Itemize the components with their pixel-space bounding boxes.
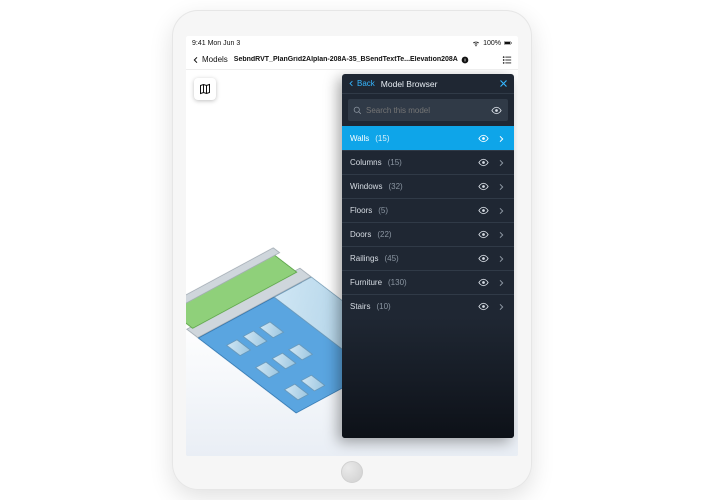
battery-icon [504, 39, 512, 47]
eye-icon [478, 301, 489, 312]
chevron-right-icon [497, 159, 505, 167]
eye-icon [478, 205, 489, 216]
visibility-toggle[interactable] [476, 229, 490, 240]
eye-icon [478, 157, 489, 168]
expand-button[interactable] [494, 135, 508, 143]
category-count: (45) [384, 254, 398, 263]
visibility-toggle[interactable] [476, 133, 490, 144]
status-bar: 9:41 Mon Jun 3 100% [186, 36, 518, 50]
category-count: (130) [388, 278, 407, 287]
visibility-toggle[interactable] [476, 277, 490, 288]
category-name: Stairs [350, 302, 370, 311]
eye-icon [478, 253, 489, 264]
panel-search[interactable] [348, 99, 508, 121]
category-list: Walls (15) Columns (15) Windows (32) Floors (5)… [342, 126, 514, 318]
visibility-toggle[interactable] [476, 181, 490, 192]
category-count: (32) [388, 182, 402, 191]
list-view-icon[interactable] [502, 55, 512, 65]
visibility-toggle[interactable] [476, 301, 490, 312]
category-count: (15) [375, 134, 389, 143]
expand-button[interactable] [494, 159, 508, 167]
chevron-left-icon [192, 56, 200, 64]
status-time: 9:41 Mon Jun 3 [192, 40, 240, 47]
map-icon [199, 83, 211, 95]
category-name: Doors [350, 230, 371, 239]
visibility-toggle[interactable] [476, 253, 490, 264]
expand-button[interactable] [494, 303, 508, 311]
expand-button[interactable] [494, 207, 508, 215]
eye-icon [478, 133, 489, 144]
panel-empty-space [342, 318, 514, 438]
eye-icon [478, 229, 489, 240]
model-browser-panel: Back Model Browser Walls(15)Columns(15)W… [342, 74, 514, 438]
category-name: Walls [350, 134, 369, 143]
chevron-right-icon [497, 303, 505, 311]
category-name: Furniture [350, 278, 382, 287]
chevron-right-icon [497, 207, 505, 215]
chevron-right-icon [497, 255, 505, 263]
category-count: (5) [378, 206, 388, 215]
chevron-right-icon [497, 183, 505, 191]
category-name: Columns [350, 158, 382, 167]
wifi-icon [472, 39, 480, 47]
panel-header: Back Model Browser [342, 74, 514, 94]
category-row-railings[interactable]: Railings (45) [342, 246, 514, 270]
category-name: Railings [350, 254, 378, 263]
category-row-columns[interactable]: Columns (15) [342, 150, 514, 174]
nav-bar: Models SebndRVT_PlanGrid2Alplan-208A-35_… [186, 50, 518, 70]
category-row-stairs[interactable]: Stairs (10) [342, 294, 514, 318]
battery-label: 100% [483, 40, 501, 47]
svg-text:i: i [464, 57, 465, 62]
category-row-windows[interactable]: Windows (32) [342, 174, 514, 198]
eye-icon [478, 181, 489, 192]
status-right: 100% [472, 39, 512, 47]
chevron-right-icon [497, 135, 505, 143]
screen: 9:41 Mon Jun 3 100% Models SebndRVT_Plan… [186, 36, 518, 456]
home-button[interactable] [341, 461, 363, 483]
eye-icon [478, 277, 489, 288]
panel-back-button[interactable]: Back [348, 79, 375, 88]
chevron-right-icon [497, 279, 505, 287]
panel-back-label: Back [357, 79, 375, 88]
category-name: Windows [350, 182, 382, 191]
category-count: (15) [388, 158, 402, 167]
category-row-floors[interactable]: Floors (5) [342, 198, 514, 222]
visibility-toggle[interactable] [476, 157, 490, 168]
chevron-left-icon [348, 80, 355, 87]
eye-icon [491, 105, 502, 116]
nav-back-button[interactable]: Models [192, 55, 228, 64]
category-name: Floors [350, 206, 372, 215]
ipad-device-frame: 9:41 Mon Jun 3 100% Models SebndRVT_Plan… [172, 10, 532, 490]
info-icon[interactable]: i [461, 56, 469, 64]
panel-title: Model Browser [381, 79, 493, 89]
category-count: (22) [377, 230, 391, 239]
model-viewport[interactable]: Back Model Browser Walls(15)Columns(15)W… [186, 70, 518, 456]
expand-button[interactable] [494, 183, 508, 191]
panel-close-button[interactable] [499, 79, 508, 88]
expand-button[interactable] [494, 255, 508, 263]
chevron-right-icon [497, 231, 505, 239]
close-icon [499, 79, 508, 88]
nav-back-label: Models [202, 55, 228, 64]
nav-title: SebndRVT_PlanGrid2Alplan-208A-35_BSendTe… [234, 56, 496, 64]
search-icon [353, 106, 362, 115]
expand-button[interactable] [494, 231, 508, 239]
expand-button[interactable] [494, 279, 508, 287]
map-toggle-button[interactable] [194, 78, 216, 100]
category-row-walls[interactable]: Walls (15) [342, 126, 514, 150]
category-row-furniture[interactable]: Furniture (130) [342, 270, 514, 294]
search-visibility-toggle[interactable] [489, 105, 503, 116]
visibility-toggle[interactable] [476, 205, 490, 216]
category-row-doors[interactable]: Doors (22) [342, 222, 514, 246]
category-count: (10) [376, 302, 390, 311]
search-input[interactable] [366, 106, 485, 115]
